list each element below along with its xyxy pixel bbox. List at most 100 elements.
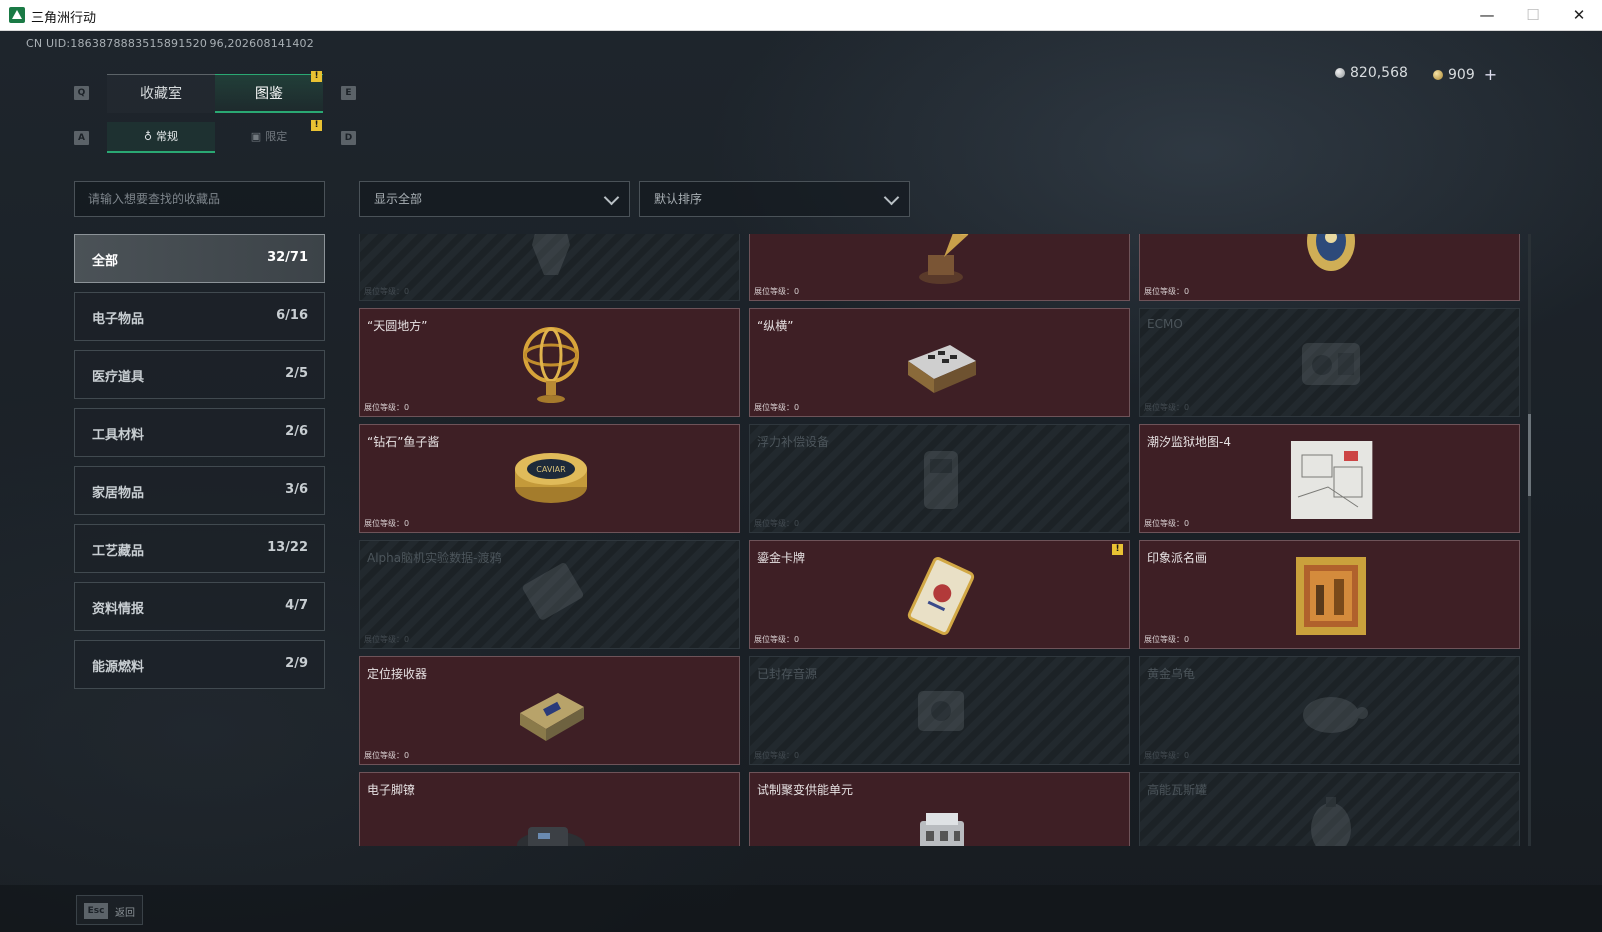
category-label: 全部: [92, 254, 119, 269]
close-button[interactable]: ✕: [1556, 0, 1602, 31]
framed-painting-icon: [1288, 553, 1374, 639]
golden-turtle-icon: [1288, 669, 1374, 755]
card-display-level: 展位等级：0: [1144, 634, 1189, 645]
card-level-value: 0: [794, 287, 800, 296]
item-silhouette-icon: [508, 234, 594, 291]
collection-card[interactable]: 试制聚变供能单元展位等级：0: [749, 772, 1130, 846]
card-display-level: 展位等级：0: [754, 750, 799, 761]
collection-card[interactable]: ECMO 展位等级：0: [1139, 308, 1520, 417]
card-level-value: 0: [404, 635, 410, 644]
card-level-value: 0: [794, 519, 800, 528]
image-icon: ▣: [250, 130, 262, 143]
category-label: 家居物品: [92, 486, 145, 501]
collection-card[interactable]: 潮汐监狱地图-4 展位等级：0: [1139, 424, 1520, 533]
collection-card[interactable]: 浮力补偿设备 展位等级：0: [749, 424, 1130, 533]
collection-card[interactable]: 电子脚镣展位等级：0: [359, 772, 740, 846]
card-title: “钻石”鱼子酱: [367, 435, 440, 449]
category-tools[interactable]: 工具材料 2/6: [74, 408, 325, 457]
card-display-level: 展位等级：0: [754, 286, 799, 297]
ankle-monitor-icon: [508, 785, 594, 846]
card-display-level: 展位等级：0: [364, 402, 409, 413]
card-title: “天圆地方”: [367, 319, 428, 333]
card-display-level: 展位等级：0: [754, 518, 799, 529]
search-input[interactable]: 请输入想要查找的收藏品: [74, 181, 325, 217]
collection-card[interactable]: 展位等级：0: [1139, 234, 1520, 301]
category-electronics[interactable]: 电子物品 6/16: [74, 292, 325, 341]
collection-card[interactable]: 高能瓦斯罐展位等级：0: [1139, 772, 1520, 846]
jeweled-egg-icon: [1288, 234, 1374, 291]
collection-card[interactable]: CAVIAR “钻石”鱼子酱展位等级：0: [359, 424, 740, 533]
card-title: 试制聚变供能单元: [757, 783, 854, 797]
fusion-cell-icon: [898, 785, 984, 846]
collection-card[interactable]: 已封存音源 展位等级：0: [749, 656, 1130, 765]
category-household[interactable]: 家居物品 3/6: [74, 466, 325, 515]
filter-dropdown[interactable]: 显示全部: [359, 181, 630, 217]
game-viewport: CN UID:1863878883515891520 96,2026081414…: [0, 31, 1602, 932]
silver-balance: 820,568: [1335, 65, 1408, 81]
main-tabs: 收藏室 图鉴: [107, 74, 323, 113]
grid-scrollbar-track[interactable]: [1528, 234, 1531, 846]
sort-dropdown-value: 默认排序: [654, 192, 703, 206]
card-level-label: 展位等级：: [1144, 751, 1184, 760]
card-display-level: 展位等级：0: [754, 402, 799, 413]
card-title: 浮力补偿设备: [757, 435, 830, 449]
card-display-level: 展位等级：0: [364, 750, 409, 761]
card-display-level: 展位等级：0: [1144, 750, 1189, 761]
collection-card[interactable]: 展位等级：0: [749, 234, 1130, 301]
window-title: 三角洲行动: [31, 11, 97, 26]
maximize-button[interactable]: ☐: [1510, 0, 1556, 31]
card-warning-badge: !: [1112, 544, 1123, 555]
card-level-value: 0: [404, 519, 410, 528]
window-titlebar: 三角洲行动 — ☐ ✕: [0, 0, 1602, 31]
collection-card[interactable]: “天圆地方” 展位等级：0: [359, 308, 740, 417]
card-level-label: 展位等级：: [754, 403, 794, 412]
tab-codex[interactable]: 图鉴: [215, 74, 323, 113]
collection-card[interactable]: 印象派名画 展位等级：0: [1139, 540, 1520, 649]
card-level-label: 展位等级：: [364, 519, 404, 528]
collection-card[interactable]: “纵横” 展位等级：0: [749, 308, 1130, 417]
sub-tabs: ♁ 常规 ▣ 限定: [107, 122, 323, 153]
tab-collection-room[interactable]: 收藏室: [107, 74, 215, 113]
card-level-value: 0: [794, 635, 800, 644]
minimize-button[interactable]: —: [1464, 0, 1510, 31]
category-intel[interactable]: 资料情报 4/7: [74, 582, 325, 631]
gilded-card-icon: [898, 553, 984, 639]
category-label: 工艺藏品: [92, 544, 145, 559]
card-level-value: 0: [1184, 287, 1190, 296]
armillary-sphere-icon: [508, 321, 594, 407]
card-level-value: 0: [794, 751, 800, 760]
category-label: 电子物品: [92, 312, 145, 327]
card-level-label: 展位等级：: [754, 519, 794, 528]
grid-scrollbar-thumb[interactable]: [1528, 414, 1531, 496]
category-all[interactable]: 全部 32/71: [74, 234, 325, 283]
sort-dropdown[interactable]: 默认排序: [639, 181, 910, 217]
category-count: 13/22: [267, 540, 308, 555]
category-count: 2/5: [285, 366, 308, 381]
key-hint-prev-subtab: A: [74, 131, 89, 145]
category-crafts[interactable]: 工艺藏品 13/22: [74, 524, 325, 573]
collection-card[interactable]: Alpha脑机实验数据-渡鸦 展位等级：0: [359, 540, 740, 649]
card-title: 电子脚镣: [367, 783, 416, 797]
category-energy[interactable]: 能源燃料 2/9: [74, 640, 325, 689]
collection-card[interactable]: 定位接收器 展位等级：0: [359, 656, 740, 765]
category-medical[interactable]: 医疗道具 2/5: [74, 350, 325, 399]
card-title: ECMO: [1147, 317, 1183, 331]
subtab-limited[interactable]: ▣ 限定: [215, 122, 323, 153]
collection-card[interactable]: 鎏金卡牌 展位等级：0!: [749, 540, 1130, 649]
collection-grid: 展位等级：0 展位等级：0 展位等级：0 “天圆地方” 展位等级：0 “纵横” 展位等级：0…: [359, 234, 1524, 846]
collection-card[interactable]: 展位等级：0: [359, 234, 740, 301]
add-currency-button[interactable]: +: [1484, 65, 1497, 84]
back-button[interactable]: Esc 返回: [76, 895, 143, 925]
card-level-label: 展位等级：: [364, 403, 404, 412]
key-hint-next-tab: E: [341, 86, 356, 100]
collection-card[interactable]: 黄金乌龟 展位等级：0: [1139, 656, 1520, 765]
category-count: 2/9: [285, 656, 308, 671]
card-level-value: 0: [1184, 403, 1190, 412]
subtab-regular[interactable]: ♁ 常规: [107, 122, 215, 153]
caviar-tin-icon: CAVIAR: [508, 437, 594, 523]
card-level-value: 0: [1184, 519, 1190, 528]
map-sheet-icon: [1288, 437, 1374, 523]
card-display-level: 展位等级：0: [364, 286, 409, 297]
card-display-level: 展位等级：0: [364, 634, 409, 645]
data-drive-icon: [508, 553, 594, 639]
